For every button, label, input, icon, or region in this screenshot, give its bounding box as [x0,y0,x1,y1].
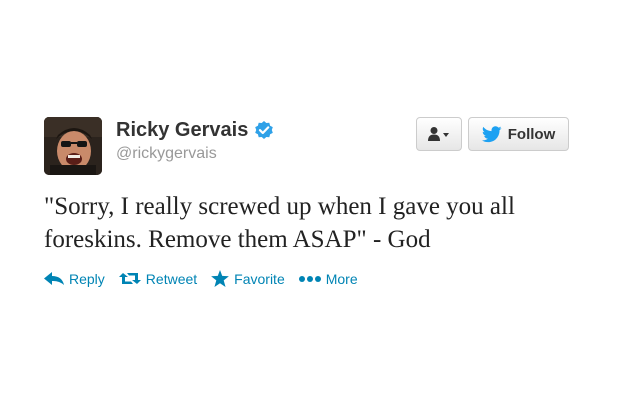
retweet-label: Retweet [145,270,198,287]
tweet-text: "Sorry, I really screwed up when I gave … [44,193,515,253]
screen-name[interactable]: @rickygervais [116,145,274,163]
favorite-label: Favorite [234,270,285,287]
tweet-actions: Reply Retweet Favorite More [44,270,372,287]
follow-label: Follow [507,125,556,143]
user-actions-dropdown-button[interactable] [416,117,462,151]
ellipsis-icon [298,275,321,282]
twitter-bird-icon [481,125,502,142]
star-icon [211,270,230,287]
more-label: More [325,270,358,287]
reply-label: Reply [69,270,105,287]
more-action[interactable]: More [298,270,358,287]
retweet-action[interactable]: Retweet [118,270,198,287]
follow-button[interactable]: Follow [468,117,569,151]
avatar[interactable] [44,117,102,175]
user-dropdown-icon [428,127,449,141]
retweet-icon [118,273,141,284]
user-info: Ricky Gervais @rickygervais [116,118,274,163]
full-name[interactable]: Ricky Gervais [116,118,248,142]
verified-badge-icon [254,120,274,140]
reply-action[interactable]: Reply [44,271,105,287]
tweet-card: Ricky Gervais @rickygervais Follow "Sorr… [0,0,620,400]
reply-arrow-icon [44,271,64,285]
favorite-action[interactable]: Favorite [211,270,285,287]
avatar-image [44,117,102,175]
name-row: Ricky Gervais [116,118,274,142]
